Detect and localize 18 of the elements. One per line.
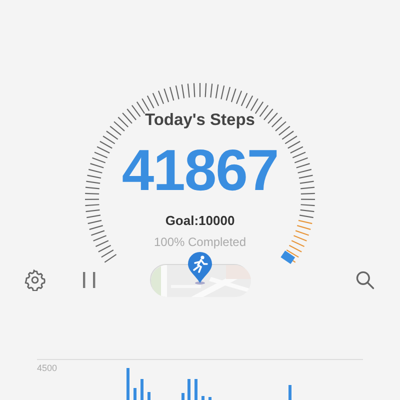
progress-text: 100% Completed [154, 234, 246, 250]
axis-label: 4500 [37, 363, 58, 374]
chart-bar [140, 379, 144, 400]
goal-text: Goal:10000 [165, 212, 235, 230]
chart-bar [202, 396, 204, 400]
settings-icon[interactable] [24, 268, 46, 291]
search-icon[interactable] [354, 268, 376, 291]
chart-bar [288, 385, 292, 400]
chart-bar [182, 393, 184, 400]
runner-pin-icon[interactable] [187, 250, 213, 285]
chart-bar [126, 368, 130, 400]
step-count: 41867 [122, 137, 278, 205]
chart-bar [148, 392, 150, 400]
chart-bar [134, 388, 136, 400]
chart-bar [194, 379, 198, 400]
chart-bar [208, 397, 212, 400]
chart-bar [188, 379, 190, 400]
title: Today's Steps [145, 110, 255, 131]
